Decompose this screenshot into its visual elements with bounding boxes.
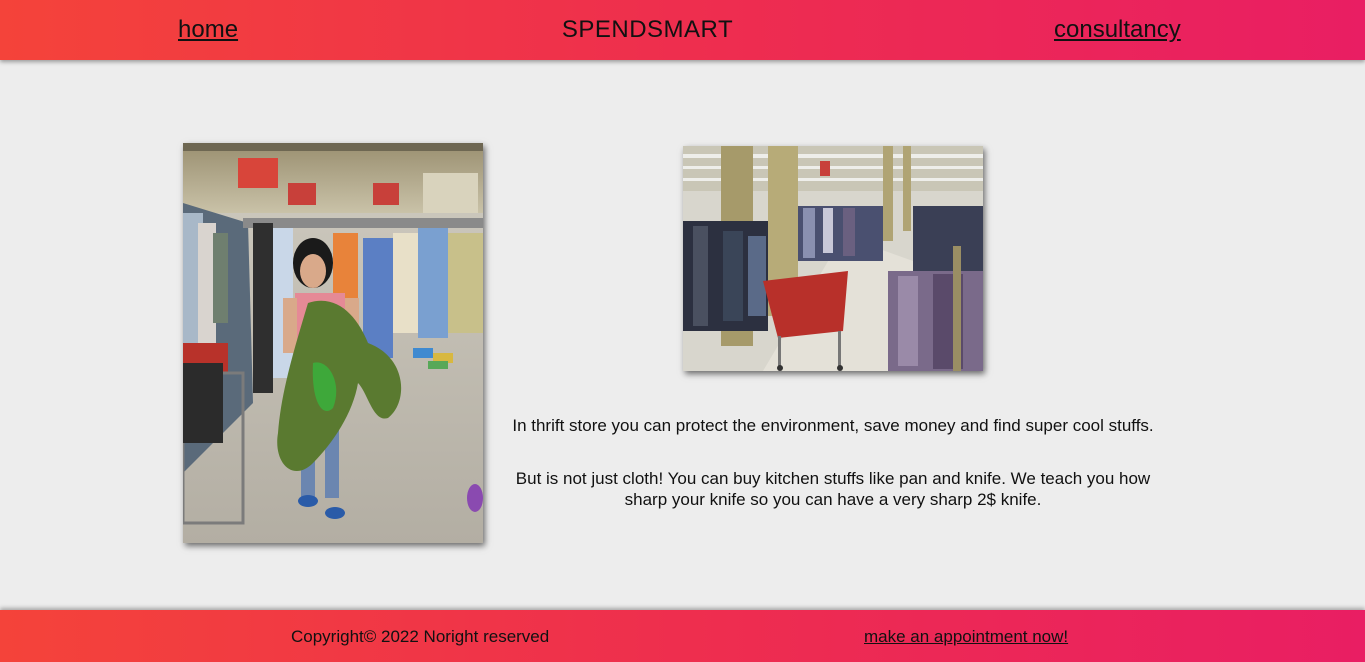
nav-consultancy-link[interactable]: consultancy (1054, 14, 1181, 46)
copyright-text: Copyright© 2022 Noright reserved (291, 627, 550, 646)
kitchen-paragraph: But is not just cloth! You can buy kitch… (515, 469, 1151, 509)
intro-paragraph: In thrift store you can protect the envi… (512, 416, 1154, 435)
thrift-store-woman-photo (183, 143, 483, 543)
appointment-link[interactable]: make an appointment now! (864, 627, 1068, 647)
thrift-store-aisle-photo (683, 146, 983, 371)
footer: Copyright© 2022 Noright reserved make an… (0, 610, 1365, 662)
top-navbar: home SPENDSMART consultancy (0, 0, 1365, 60)
page: home SPENDSMART consultancy In thrift st… (0, 0, 1365, 662)
